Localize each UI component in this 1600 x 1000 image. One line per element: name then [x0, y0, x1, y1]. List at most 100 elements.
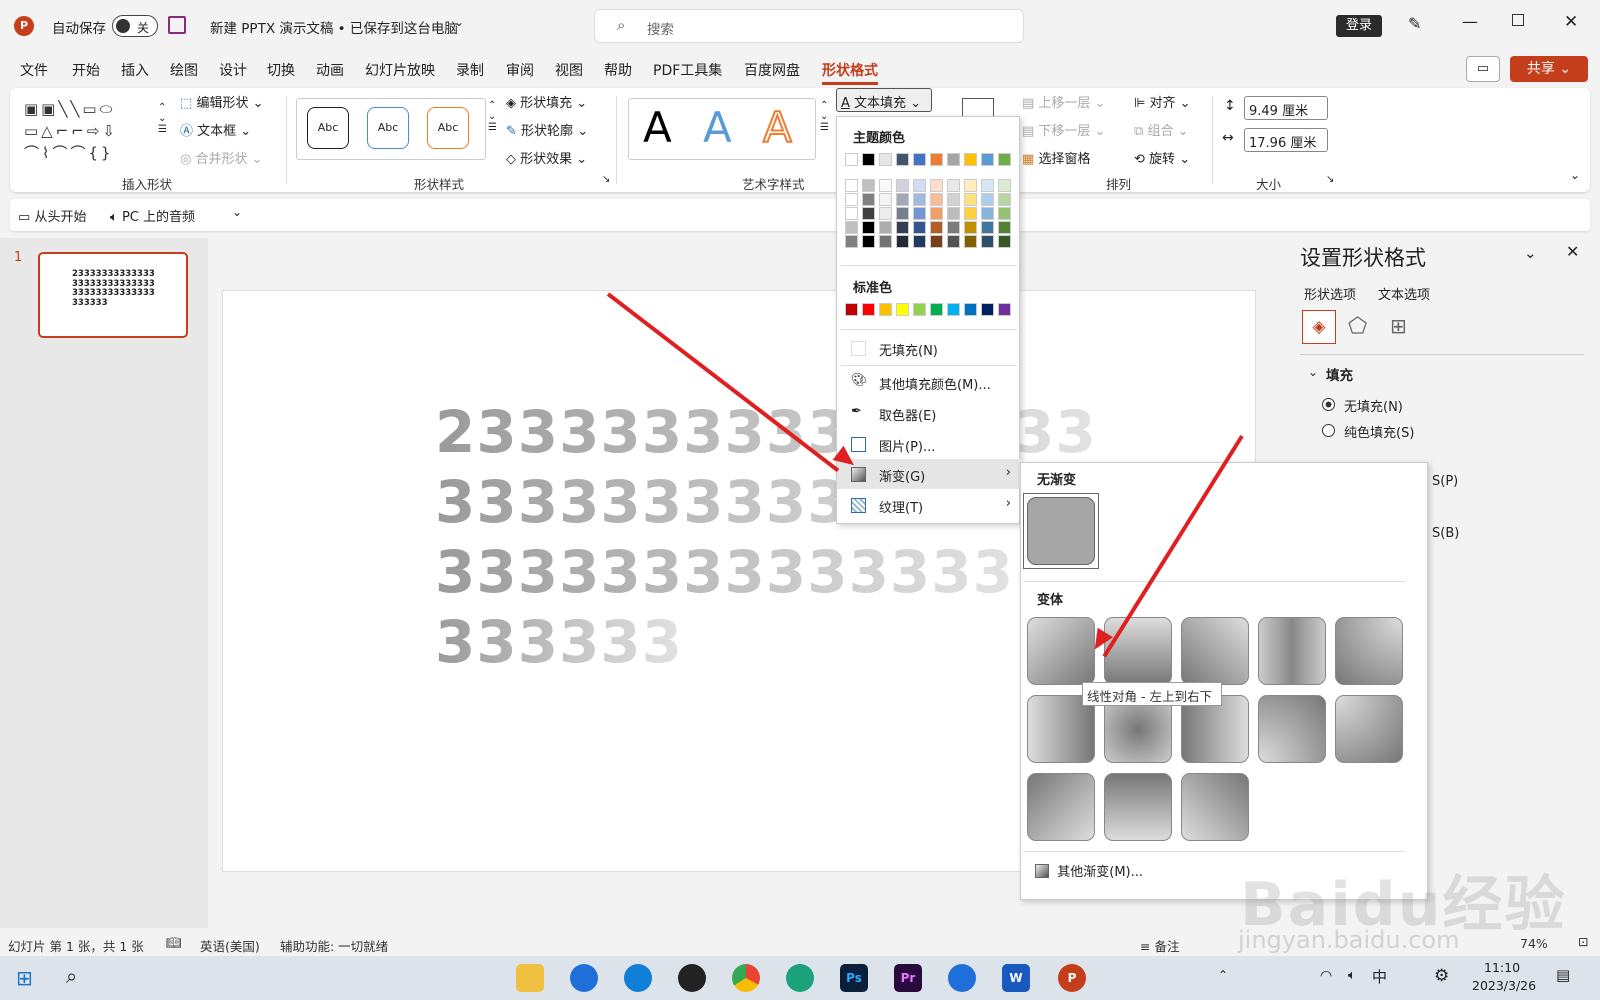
gallery-scroll-icon[interactable]: ⌃ ⌄ ☰ — [488, 100, 497, 133]
theme-shade-swatch[interactable] — [964, 207, 977, 220]
standard-color-swatch[interactable] — [845, 303, 858, 316]
theme-shade-swatch[interactable] — [913, 207, 926, 220]
fit-slide-icon[interactable]: ⊡ — [1578, 934, 1588, 949]
standard-color-swatch[interactable] — [879, 303, 892, 316]
theme-shade-swatch[interactable] — [998, 235, 1011, 248]
gradient-variant[interactable] — [1104, 617, 1172, 685]
menu-insert[interactable]: 插入 — [121, 60, 149, 80]
gradient-variant[interactable] — [1258, 695, 1326, 763]
theme-shade-swatch[interactable] — [845, 221, 858, 234]
customize-toolbar-icon[interactable]: ⌄ — [232, 205, 242, 219]
picture-item[interactable]: 图片(P)... — [837, 429, 1021, 459]
tab-shape-options[interactable]: 形状选项 — [1304, 284, 1356, 303]
width-input[interactable]: 17.96 厘米 — [1244, 128, 1328, 152]
shape-style-sample[interactable]: Abc — [367, 107, 409, 149]
autosave-toggle[interactable]: 关 — [112, 15, 158, 37]
more-gradients-item[interactable]: 其他渐变(M)... — [1035, 861, 1143, 880]
theme-shade-swatch[interactable] — [930, 193, 943, 206]
theme-shade-swatch[interactable] — [896, 207, 909, 220]
texture-item[interactable]: 纹理(T) › — [837, 490, 1021, 520]
gradient-variant[interactable] — [1258, 617, 1326, 685]
menu-file[interactable]: 文件 — [20, 60, 48, 80]
slide-text-line[interactable]: 333333 — [435, 607, 683, 677]
option-solid-fill[interactable]: 纯色填充(S) — [1344, 422, 1414, 441]
search-app-icon[interactable] — [948, 964, 976, 992]
standard-color-swatch[interactable] — [947, 303, 960, 316]
theme-shade-swatch[interactable] — [896, 235, 909, 248]
no-fill-item[interactable]: 无填充(N) — [837, 333, 1021, 363]
audio-button[interactable]: 🔈︎ PC 上的音频 — [110, 206, 195, 225]
theme-shade-swatch[interactable] — [862, 179, 875, 192]
size-properties-icon[interactable]: ⊞ — [1390, 314, 1407, 338]
document-title[interactable]: 新建 PPTX 演示文稿 • 已保存到这台电脑 — [210, 17, 458, 37]
menu-slideshow[interactable]: 幻灯片放映 — [365, 60, 435, 80]
theme-shade-swatch[interactable] — [930, 179, 943, 192]
theme-color-swatch[interactable] — [862, 153, 875, 166]
theme-color-swatch[interactable] — [981, 153, 994, 166]
shape-fill-button[interactable]: ◈ 形状填充 ⌄ — [506, 92, 587, 111]
theme-shade-swatch[interactable] — [879, 179, 892, 192]
theme-shade-swatch[interactable] — [862, 221, 875, 234]
theme-color-swatch[interactable] — [964, 153, 977, 166]
theme-shade-swatch[interactable] — [964, 179, 977, 192]
theme-color-swatch[interactable] — [930, 153, 943, 166]
radio-solid-fill[interactable] — [1322, 424, 1335, 437]
gallery-scroll-icon[interactable]: ⌃ ⌄ ☰ — [158, 102, 167, 135]
wordart-sample[interactable]: A — [643, 103, 672, 152]
tab-text-options[interactable]: 文本选项 — [1378, 284, 1430, 303]
standard-color-swatch[interactable] — [998, 303, 1011, 316]
theme-shade-swatch[interactable] — [947, 193, 960, 206]
premiere-icon[interactable]: Pr — [894, 964, 922, 992]
eyedropper-item[interactable]: ✒ 取色器(E) — [837, 398, 1021, 428]
menu-pdf-tools[interactable]: PDF工具集 — [653, 60, 722, 80]
menu-baidu-netdisk[interactable]: 百度网盘 — [744, 60, 800, 80]
theme-color-swatch[interactable] — [845, 153, 858, 166]
theme-shade-swatch[interactable] — [896, 179, 909, 192]
theme-shade-swatch[interactable] — [930, 235, 943, 248]
spellcheck-icon[interactable]: 📖︎ — [166, 935, 182, 951]
rotate-button[interactable]: ⟲ 旋转 ⌄ — [1134, 148, 1190, 167]
standard-color-swatch[interactable] — [964, 303, 977, 316]
wordart-sample[interactable]: A — [703, 103, 732, 152]
menu-shape-format[interactable]: 形状格式 — [822, 60, 878, 85]
theme-color-swatch[interactable] — [998, 153, 1011, 166]
share-button[interactable]: 共享 ⌄ — [1510, 56, 1588, 82]
gear-icon[interactable]: ⚙ — [1434, 966, 1449, 986]
option-partial[interactable]: S(B) — [1432, 526, 1459, 541]
theme-shade-swatch[interactable] — [947, 179, 960, 192]
theme-shade-swatch[interactable] — [964, 193, 977, 206]
menu-view[interactable]: 视图 — [555, 60, 583, 80]
file-explorer-icon[interactable] — [516, 964, 544, 992]
shape-style-sample[interactable]: Abc — [427, 107, 469, 149]
theme-shade-swatch[interactable] — [862, 235, 875, 248]
theme-shade-swatch[interactable] — [879, 207, 892, 220]
wordart-gallery[interactable]: A A A — [628, 98, 816, 160]
gradient-variant[interactable] — [1181, 773, 1249, 841]
shapes-gallery[interactable]: ▣▣╲╲▭⬭ ▭△⌐⌐⇨⇩ ⌒⌇⌒⌒{} — [24, 98, 160, 164]
edge-dev-icon[interactable] — [786, 964, 814, 992]
menu-review[interactable]: 审阅 — [506, 60, 534, 80]
word-icon[interactable]: W — [1002, 964, 1030, 992]
send-backward-button[interactable]: ▤ 下移一层 ⌄ — [1022, 120, 1105, 139]
standard-color-swatch[interactable] — [896, 303, 909, 316]
gradient-variant[interactable] — [1104, 773, 1172, 841]
gallery-scroll-icon[interactable]: ⌃ ⌄ ☰ — [820, 100, 829, 133]
pen-icon[interactable]: ✎ — [1408, 14, 1421, 33]
volume-icon[interactable]: 🔈︎ — [1348, 968, 1356, 983]
notes-button[interactable]: ≡ 备注 — [1140, 936, 1179, 955]
theme-shade-swatch[interactable] — [845, 235, 858, 248]
theme-shade-swatch[interactable] — [930, 221, 943, 234]
theme-shade-swatch[interactable] — [964, 221, 977, 234]
gradient-variant[interactable] — [1335, 617, 1403, 685]
theme-shade-swatch[interactable] — [981, 207, 994, 220]
qq-icon[interactable] — [678, 964, 706, 992]
theme-shade-swatch[interactable] — [964, 235, 977, 248]
height-input[interactable]: 9.49 厘米 — [1244, 96, 1328, 120]
bring-forward-button[interactable]: ▤ 上移一层 ⌄ — [1022, 92, 1105, 111]
chrome-icon[interactable] — [732, 964, 760, 992]
chevron-down-icon[interactable]: ⌄ — [1524, 244, 1537, 262]
effects-icon[interactable]: ⬠ — [1348, 314, 1367, 339]
dialog-launcher-icon[interactable]: ↘ — [602, 174, 610, 185]
theme-color-swatch[interactable] — [947, 153, 960, 166]
theme-shade-swatch[interactable] — [913, 179, 926, 192]
